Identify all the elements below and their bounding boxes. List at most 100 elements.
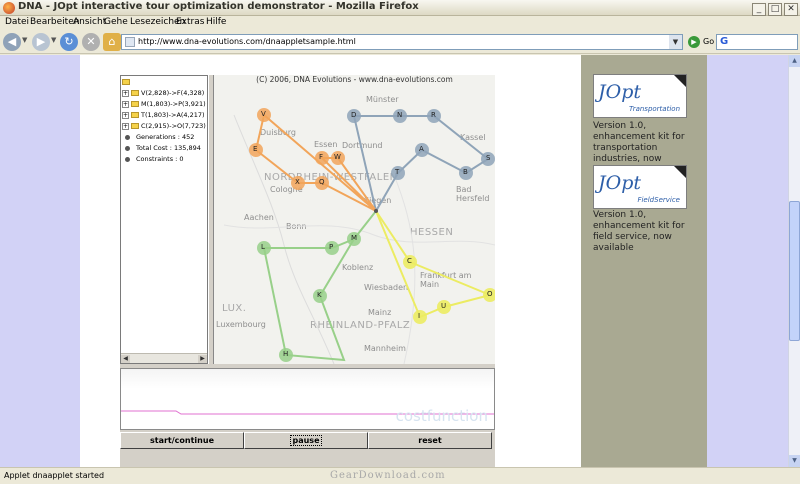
node-label: T — [395, 168, 400, 176]
expand-icon[interactable]: + — [122, 100, 129, 108]
cost-function-panel: costfunction — [120, 368, 495, 430]
menu-bar: Datei Bearbeiten Ansicht Gehe Lesezeiche… — [0, 16, 800, 30]
scroll-left-icon[interactable]: ◀ — [121, 355, 130, 363]
reload-icon: ↻ — [64, 35, 74, 48]
tree-item[interactable]: + M(1,803)->P(3,921) — [122, 100, 206, 110]
ad-product-name: Transportation — [628, 105, 680, 113]
route-orange-path2 — [319, 157, 377, 212]
back-arrow-icon: ◀ — [7, 35, 17, 48]
node-label: F — [319, 153, 324, 161]
menu-datei[interactable]: Datei — [5, 17, 29, 27]
maximize-button[interactable]: □ — [768, 3, 782, 16]
tour-label: V(2,828)->F(4,328) — [141, 89, 205, 97]
window-titlebar: DNA - JOpt interactive tour optimization… — [0, 0, 800, 16]
page-favicon — [125, 37, 135, 47]
node-label: L — [261, 243, 265, 251]
address-bar[interactable]: http://www.dna-evolutions.com/dnaapplets… — [121, 34, 683, 50]
address-dropdown-icon[interactable]: ▼ — [669, 35, 682, 49]
forward-arrow-icon: ▶ — [36, 35, 46, 48]
expand-icon[interactable]: + — [122, 111, 129, 119]
window-title: DNA - JOpt interactive tour optimization… — [18, 1, 419, 12]
start-continue-label: start/continue — [150, 436, 214, 445]
route-map[interactable]: (C) 2006, DNA Evolutions - www.dna-evolu… — [214, 75, 495, 364]
ad-product-name: FieldService — [637, 196, 680, 204]
stat-text: Total Cost : 135,894 — [136, 144, 201, 152]
node-label: D — [351, 111, 357, 119]
reset-button[interactable]: reset — [368, 432, 492, 449]
address-text[interactable]: http://www.dna-evolutions.com/dnaapplets… — [138, 37, 356, 46]
route-blue — [352, 115, 490, 212]
menu-gehe[interactable]: Gehe — [104, 17, 128, 27]
status-bar: Applet dnaapplet started GearDownload.co… — [0, 467, 800, 484]
tree-item[interactable]: + V(2,828)->F(4,328) — [122, 89, 204, 99]
tour-label: C(2,915)->O(7,723) — [141, 122, 206, 130]
map-border-line — [393, 174, 416, 364]
bullet-icon — [125, 134, 130, 140]
home-button[interactable]: ⌂ — [103, 33, 121, 51]
minimize-button[interactable]: _ — [752, 3, 766, 16]
route-blue-path — [352, 115, 490, 212]
jopt-logo: JOpt — [598, 172, 641, 194]
stop-button[interactable]: ✕ — [82, 33, 100, 51]
node-label: U — [441, 302, 447, 310]
start-continue-button[interactable]: start/continue — [120, 432, 244, 449]
tree-horizontal-scrollbar[interactable]: ◀ ▶ — [121, 353, 207, 363]
watermark: GearDownload.com — [330, 470, 446, 481]
window-controls: _ □ ✕ — [750, 1, 798, 16]
go-label[interactable]: Go — [703, 37, 714, 46]
menu-hilfe[interactable]: Hilfe — [206, 17, 226, 27]
folder-icon — [122, 79, 130, 85]
expand-icon[interactable]: + — [122, 122, 129, 130]
node-label: H — [283, 350, 289, 358]
ad-corner-decoration — [674, 166, 686, 178]
go-arrow-icon: ▶ — [691, 38, 697, 46]
tour-tree[interactable]: + V(2,828)->F(4,328) + M(1,803)->P(3,921) … — [120, 75, 208, 364]
tree-item[interactable]: + C(2,915)->O(7,723) — [122, 122, 206, 132]
folder-icon — [131, 101, 139, 107]
bullet-icon — [125, 145, 130, 151]
forward-button[interactable]: ▶ — [32, 33, 50, 51]
jopt-transportation-ad[interactable]: JOpt Transportation — [593, 74, 687, 118]
scroll-down-icon[interactable]: ▼ — [789, 455, 800, 467]
expand-icon[interactable]: + — [122, 89, 129, 97]
close-button[interactable]: ✕ — [784, 3, 798, 16]
node-label: P — [329, 243, 334, 251]
tree-item[interactable]: + T(1,803)->A(4,217) — [122, 111, 205, 121]
node-label: V — [261, 110, 266, 118]
cost-function-label: costfunction — [395, 407, 488, 425]
navigation-toolbar: ◀ ▼ ▶ ▼ ↻ ✕ ⌂ http://www.dna-evolutions.… — [0, 30, 800, 54]
google-search-icon[interactable]: G — [720, 36, 728, 47]
route-yellow — [375, 210, 494, 319]
search-box[interactable]: G — [716, 34, 798, 50]
menu-extras[interactable]: Extras — [176, 17, 204, 27]
pause-button[interactable]: pause — [244, 432, 368, 449]
jopt-fieldservice-ad[interactable]: JOpt FieldService — [593, 165, 687, 209]
page-content: + V(2,828)->F(4,328) + M(1,803)->P(3,921) … — [0, 55, 788, 467]
ad-description: Version 1.0, enhancement kit for field s… — [593, 210, 685, 253]
forward-history-dropdown-icon[interactable]: ▼ — [51, 36, 56, 44]
back-button[interactable]: ◀ — [3, 33, 21, 51]
node-label: W — [334, 153, 341, 161]
node-label: B — [463, 168, 468, 176]
scroll-right-icon[interactable]: ▶ — [198, 355, 207, 363]
node-label: S — [486, 154, 491, 162]
status-text: Applet dnaapplet started — [4, 471, 105, 480]
route-yellow-path — [375, 210, 494, 319]
stat-generations: Generations : 452 — [122, 133, 194, 143]
node-label: M — [351, 234, 358, 242]
tour-optimization-applet: + V(2,828)->F(4,328) + M(1,803)->P(3,921) … — [120, 75, 495, 467]
back-history-dropdown-icon[interactable]: ▼ — [22, 36, 27, 44]
scroll-up-icon[interactable]: ▲ — [789, 55, 800, 67]
page-vertical-scrollbar[interactable]: ▲ ▼ — [788, 55, 800, 467]
node-label: Q — [319, 178, 325, 186]
jopt-logo: JOpt — [598, 81, 641, 103]
pause-label: pause — [290, 435, 322, 446]
reload-button[interactable]: ↻ — [60, 33, 78, 51]
stat-total-cost: Total Cost : 135,894 — [122, 144, 201, 154]
menu-ansicht[interactable]: Ansicht — [73, 17, 106, 27]
node-label: K — [317, 291, 322, 299]
go-button[interactable]: ▶ — [688, 36, 700, 48]
scrollbar-thumb[interactable] — [789, 201, 800, 341]
node-label: E — [253, 145, 258, 153]
tree-root[interactable] — [122, 78, 132, 88]
